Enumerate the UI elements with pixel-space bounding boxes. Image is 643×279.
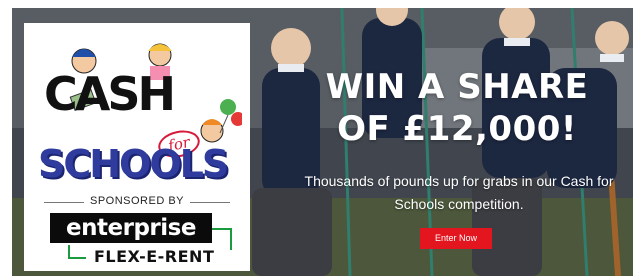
enterprise-accent-line — [68, 257, 86, 259]
flex-e-rent-label: FLEX-E-RENT — [94, 247, 215, 266]
description-line-2: Schools competition. — [394, 196, 524, 212]
cash-for-schools-logo: CASH for SCHOOLS SPONSORED BY enterprise… — [24, 23, 250, 271]
cash-wordmark: CASH — [44, 67, 176, 121]
description-line-1: Thousands of pounds up for grabs in our … — [304, 173, 614, 189]
promo-banner[interactable]: CASH for SCHOOLS SPONSORED BY enterprise… — [12, 8, 633, 276]
headline: WIN A SHARE OF £12,000! — [282, 66, 632, 150]
enterprise-accent-line — [230, 228, 232, 250]
enter-now-button[interactable]: Enter Now — [420, 228, 492, 249]
schools-wordmark: SCHOOLS — [38, 142, 229, 186]
headline-line-2: OF £12,000! — [337, 109, 577, 149]
enterprise-accent-line — [212, 228, 232, 230]
enterprise-logo: enterprise — [50, 213, 212, 243]
headline-line-1: WIN A SHARE — [325, 67, 589, 107]
sponsored-by-label: SPONSORED BY — [24, 195, 250, 207]
promo-description: Thousands of pounds up for grabs in our … — [274, 170, 633, 216]
